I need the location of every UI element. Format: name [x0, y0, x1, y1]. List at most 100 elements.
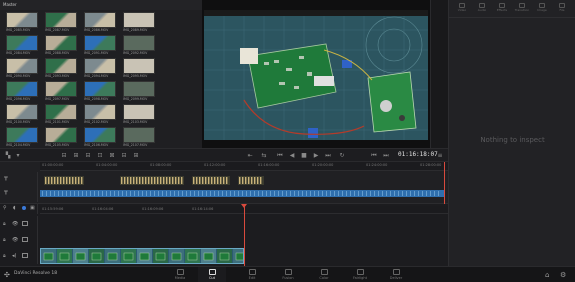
inspector-tab-video[interactable]: Video: [453, 3, 471, 16]
go-to-end-icon[interactable]: ⏭: [324, 152, 332, 159]
mark-out-icon[interactable]: ⏭: [382, 152, 390, 159]
track-tools-icon[interactable]: ┳: [4, 174, 12, 181]
media-clip[interactable]: IMG_2092.MOV: [123, 35, 155, 57]
upper-timeline-tracks[interactable]: [40, 172, 448, 202]
clip-frame-mark: [178, 177, 180, 184]
media-clip[interactable]: IMG_2085.MOV: [6, 12, 38, 34]
edit-tools-icon[interactable]: ▚: [4, 152, 12, 159]
media-clip[interactable]: IMG_2084.MOV: [6, 35, 38, 57]
page-tab-fairlight[interactable]: Fairlight: [346, 267, 374, 282]
transitions-icon[interactable]: ⊞: [132, 152, 140, 159]
zoom-icon[interactable]: ▣: [30, 205, 35, 211]
page-tab-label: Deliver: [389, 276, 403, 280]
settings-icon[interactable]: ⚙: [560, 271, 566, 279]
page-tab-color[interactable]: Color: [310, 267, 338, 282]
home-icon[interactable]: ⌂: [545, 271, 549, 279]
media-clip[interactable]: IMG_2102.MOV: [84, 104, 116, 126]
play-icon[interactable]: ▶: [312, 152, 320, 159]
lock-icon[interactable]: 🔒︎: [3, 237, 6, 243]
lock-icon[interactable]: 🔒︎: [3, 253, 6, 259]
page-tab-deliver[interactable]: Deliver: [382, 267, 410, 282]
previous-clip-icon[interactable]: ⇤: [246, 152, 254, 159]
media-clip[interactable]: IMG_2095.MOV: [123, 58, 155, 80]
media-clip[interactable]: IMG_2106.MOV: [84, 127, 116, 149]
audio-waveform-mark: [246, 191, 247, 196]
snap-icon[interactable]: ⚲: [3, 205, 7, 211]
page-tab-cut[interactable]: Cut: [198, 267, 226, 282]
source-overwrite-icon[interactable]: ⊟: [120, 152, 128, 159]
audio-waveform-mark: [230, 191, 231, 196]
inspector-tab-image[interactable]: Image: [533, 3, 551, 16]
track-monitor-icon[interactable]: [22, 221, 28, 226]
clip-thumbnail: [84, 12, 116, 28]
audio-waveform-mark: [122, 191, 123, 196]
track-visibility-icon[interactable]: 👁︎: [12, 221, 18, 227]
audio-waveform-mark: [266, 191, 267, 196]
viewer-options-icon[interactable]: ≡: [436, 152, 444, 159]
page-tab-edit[interactable]: Edit: [238, 267, 266, 282]
loop-icon[interactable]: ⇆: [260, 152, 268, 159]
media-clip[interactable]: IMG_2090.MOV: [6, 58, 38, 80]
media-clip[interactable]: IMG_2097.MOV: [45, 81, 77, 103]
media-clip[interactable]: IMG_2098.MOV: [84, 81, 116, 103]
go-to-start-icon[interactable]: ⏮: [276, 152, 284, 159]
page-tab-fusion[interactable]: Fusion: [274, 267, 302, 282]
ruler-timecode: 01:16:04:06: [92, 207, 114, 211]
page-tab-media[interactable]: Media: [166, 267, 194, 282]
video-clip[interactable]: [40, 248, 244, 264]
media-clip[interactable]: IMG_2101.MOV: [45, 104, 77, 126]
close-up-icon[interactable]: ⊡: [96, 152, 104, 159]
audio-waveform-mark: [194, 191, 195, 196]
place-on-top-icon[interactable]: ⊠: [108, 152, 116, 159]
media-clip[interactable]: IMG_2105.MOV: [45, 127, 77, 149]
media-clip[interactable]: IMG_2087.MOV: [45, 12, 77, 34]
inspector-tab-transition[interactable]: Transition: [513, 3, 531, 16]
media-clip[interactable]: IMG_2100.MOV: [6, 104, 38, 126]
smart-insert-icon[interactable]: ⊟: [60, 152, 68, 159]
filmstrip-board: [107, 252, 118, 261]
viewer-frame[interactable]: [204, 10, 428, 140]
media-clip[interactable]: IMG_2096.MOV: [6, 81, 38, 103]
audio-monitor-icon[interactable]: ◖: [13, 205, 16, 211]
inspector-tab-audio[interactable]: Audio: [473, 3, 491, 16]
audio-waveform-mark: [158, 191, 159, 196]
media-clip[interactable]: IMG_2107.MOV: [123, 127, 155, 149]
audio-waveform-mark: [250, 191, 251, 196]
clip-thumbnail: [123, 12, 155, 28]
loop-playback-icon[interactable]: ↻: [338, 152, 346, 159]
lower-playhead[interactable]: [244, 204, 245, 266]
media-clip[interactable]: IMG_2094.MOV: [84, 58, 116, 80]
tools-menu-icon[interactable]: ▾: [14, 152, 22, 159]
inspector-tab-file[interactable]: File: [553, 3, 571, 16]
track-monitor-icon[interactable]: [22, 237, 28, 242]
media-clip[interactable]: IMG_2093.MOV: [45, 58, 77, 80]
audio-waveform-mark: [278, 191, 279, 196]
clip-thumbnail: [84, 104, 116, 120]
track-header-a1: 🔒︎ ◂): [0, 248, 38, 264]
inspector-tab-effects[interactable]: Effects: [493, 3, 511, 16]
lock-icon[interactable]: 🔒︎: [3, 221, 6, 227]
clip-frame-mark: [121, 177, 123, 184]
track-split-icon[interactable]: ┳: [4, 188, 12, 195]
reverse-icon[interactable]: ◀: [288, 152, 296, 159]
upper-playhead[interactable]: [444, 162, 445, 204]
ripple-overwrite-icon[interactable]: ⊟: [84, 152, 92, 159]
media-clip[interactable]: IMG_2088.MOV: [45, 35, 77, 57]
upper-ruler[interactable]: 01:00:00:00 01:04:00:00 01:08:00:00 01:12:0…: [40, 162, 448, 171]
media-clip[interactable]: IMG_2091.MOV: [84, 35, 116, 57]
media-clip[interactable]: IMG_2089.MOV: [123, 12, 155, 34]
track-select-icon[interactable]: [22, 206, 26, 210]
viewer: [202, 0, 430, 148]
media-clip[interactable]: IMG_2099.MOV: [123, 81, 155, 103]
media-clip[interactable]: IMG_2086.MOV: [84, 12, 116, 34]
track-visibility-icon[interactable]: 👁︎: [12, 237, 18, 243]
media-clip[interactable]: IMG_2104.MOV: [6, 127, 38, 149]
mark-in-icon[interactable]: ⏮: [370, 152, 378, 159]
speaker-icon[interactable]: ◂): [12, 253, 16, 259]
media-clip[interactable]: IMG_2103.MOV: [123, 104, 155, 126]
audio-waveform-mark: [234, 191, 235, 196]
append-icon[interactable]: ⊞: [72, 152, 80, 159]
playhead-handle[interactable]: [241, 204, 247, 208]
stop-icon[interactable]: ■: [300, 152, 308, 159]
track-monitor-icon[interactable]: [22, 253, 28, 258]
